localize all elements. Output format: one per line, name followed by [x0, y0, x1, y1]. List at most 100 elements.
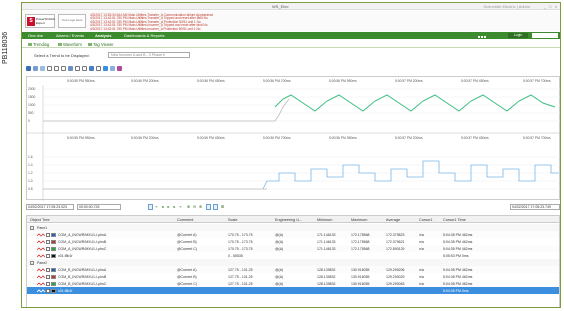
visibility-checkbox[interactable]: [46, 232, 50, 237]
end-date-input[interactable]: 04/02/2017 17:05:23.749: [510, 204, 560, 210]
pen-cursor1: n/a: [419, 232, 424, 237]
search-input[interactable]: [532, 33, 558, 38]
pointer-icon[interactable]: [75, 66, 80, 71]
pen-color-swatch[interactable]: [51, 253, 56, 258]
step-back-icon[interactable]: ◂: [160, 204, 165, 210]
step-forward-icon[interactable]: ▸: [172, 204, 177, 210]
pen-cursor1-time: 5:04:35 PM 462ms: [443, 232, 473, 237]
zoom-box-icon[interactable]: [103, 66, 108, 71]
cursor-mode-button[interactable]: [213, 204, 218, 210]
table-row[interactable]: x01.f8b1f 0 - 65535 5:05:53 PM 0ms: [27, 252, 559, 259]
pen-color-swatch[interactable]: [51, 267, 56, 272]
marker-icon[interactable]: [96, 66, 101, 71]
tab-trending[interactable]: Trending: [28, 42, 49, 47]
play-icon[interactable]: ▸: [166, 204, 171, 210]
nav-one-line[interactable]: One-line: [28, 33, 43, 38]
table-row[interactable]: COM_A_INCWR/MXU1-I-phsA @Current A) 170.…: [27, 231, 559, 238]
rewind-icon[interactable]: «: [154, 204, 159, 210]
pen-color-swatch[interactable]: [51, 274, 56, 279]
line-icon[interactable]: [54, 66, 59, 71]
visibility-checkbox[interactable]: [46, 267, 50, 272]
pen-eu: @(A): [275, 281, 284, 286]
zoom-fit-icon[interactable]: ⊕: [198, 204, 203, 210]
visibility-checkbox[interactable]: [46, 281, 50, 286]
y-tick-lower: 1.4: [28, 163, 33, 167]
login-button[interactable]: Login: [508, 33, 528, 38]
fast-forward-icon[interactable]: »: [178, 204, 183, 210]
grid-icon[interactable]: [40, 66, 45, 71]
table-row-selected[interactable]: x01.f8b1f 5:04:35 PM 0ms: [27, 287, 559, 294]
zoom-out-icon[interactable]: ⊖: [192, 204, 197, 210]
pen-name: COM_B_INCWR/MXU1-I-phsA: [58, 267, 107, 272]
title-bar: WS_Elec Schneider Electric | Admin _ □ ×: [22, 3, 560, 10]
trend-select-dropdown[interactable]: New Incomer A and B - 3 Phase ▾: [108, 52, 190, 58]
visibility-checkbox[interactable]: [46, 253, 50, 258]
pen-cursor1-time: 5:04:35 PM 462ms: [443, 274, 473, 279]
collapse-icon[interactable]: −: [30, 225, 34, 230]
pen-icon[interactable]: [47, 66, 52, 71]
col-average[interactable]: Average: [386, 218, 400, 222]
table-row[interactable]: COM_A_INCWR/MXU1-I-phsC @Current C) 170.…: [27, 245, 559, 252]
col-maximum[interactable]: Maximum: [351, 218, 367, 222]
visibility-checkbox[interactable]: [46, 239, 50, 244]
pan-button[interactable]: [206, 204, 211, 210]
pen-color-swatch[interactable]: [51, 288, 56, 293]
table-row[interactable]: COM_B_INCWR/MXU1-I-phsB @Current B) 127.…: [27, 273, 559, 280]
pen-max: 130.916055: [351, 281, 370, 286]
collapse-icon[interactable]: −: [30, 260, 34, 265]
col-object-tree[interactable]: Object Tree: [30, 218, 50, 222]
export-icon[interactable]: [110, 66, 115, 71]
pen-color-swatch[interactable]: [51, 232, 56, 237]
pen-comment: @Current B): [177, 239, 197, 244]
settings-icon[interactable]: [117, 66, 122, 71]
pane-row[interactable]: − Pane1: [27, 224, 559, 231]
analysis-subtabs: Trending Waveform Tag Viewer: [22, 40, 560, 48]
pen-color-swatch[interactable]: [51, 281, 56, 286]
col-cursor1[interactable]: Cursor1: [419, 218, 433, 222]
col-cursor1-time[interactable]: Cursor1 Time: [443, 218, 466, 222]
tab-tag-viewer[interactable]: Tag Viewer: [88, 42, 114, 47]
fit-icon[interactable]: [89, 66, 94, 71]
visibility-checkbox[interactable]: [46, 274, 50, 279]
pen-max: 172.175568: [351, 246, 370, 251]
tab-waveform[interactable]: Waveform: [58, 42, 82, 47]
col-minimum[interactable]: Minimum: [317, 218, 332, 222]
reset-icon[interactable]: ⊞: [220, 204, 225, 210]
cursor-icon[interactable]: [61, 66, 66, 71]
pen-max: 130.916055: [351, 274, 370, 279]
save-icon[interactable]: [26, 66, 31, 71]
waveform-icon: [37, 246, 45, 251]
zoom-in-icon[interactable]: ⊕: [186, 204, 191, 210]
table-row[interactable]: COM_B_INCWR/MXU1-I-phsC @Current C) 127.…: [27, 280, 559, 287]
pen-name: COM_A_INCWR/MXU1-I-phsB: [58, 239, 107, 244]
trend-chart[interactable]: 5:00:55 PM 950ms 5:00:56 PM 200ms 5:00:5…: [26, 76, 560, 201]
alarm-row[interactable]: 4/3/2017 13:42:51.750 PM Main.Utilities.…: [90, 27, 390, 31]
app-window: WS_Elec Schneider Electric | Admin _ □ ×…: [21, 2, 561, 308]
col-scale[interactable]: Scale: [228, 218, 238, 222]
nav-alarms-events[interactable]: Alarms / Events: [56, 33, 84, 38]
window-controls[interactable]: _ □ ×: [544, 4, 558, 9]
trend-icon: [28, 43, 32, 47]
table-row[interactable]: COM_A_INCWR/MXU1-I-phsB @Current B) 170.…: [27, 238, 559, 245]
pen-comment: @Current C): [177, 281, 197, 286]
pen-cursor1-time: 5:04:35 PM 0ms: [443, 288, 469, 293]
table-row[interactable]: COM_B_INCWR/MXU1-I-phsA @Current A) 127.…: [27, 266, 559, 273]
pen-color-swatch[interactable]: [51, 239, 56, 244]
range-select-button[interactable]: [148, 204, 153, 210]
col-comment[interactable]: Comment: [177, 218, 193, 222]
visibility-checkbox[interactable]: [46, 246, 50, 251]
visibility-checkbox[interactable]: [46, 288, 50, 293]
pen-comment: @Current A): [177, 232, 197, 237]
bracket-icon[interactable]: [82, 66, 87, 71]
nav-dashboards-reports[interactable]: Dashboards & Reports: [124, 33, 164, 38]
pen-color-swatch[interactable]: [51, 246, 56, 251]
pane-row[interactable]: − Pane2: [27, 259, 559, 266]
table-icon[interactable]: [68, 66, 73, 71]
chart-icon[interactable]: [33, 66, 38, 71]
col-engineering-units[interactable]: Engineering U...: [275, 218, 302, 222]
duration-input[interactable]: 00:00:00.726: [77, 204, 121, 210]
pen-name: COM_B_INCWR/MXU1-I-phsC: [58, 281, 107, 286]
alarm-banner[interactable]: 4/3/2017 13:53:34.544 AM Main.Utilities.…: [90, 13, 390, 31]
start-date-input[interactable]: 04/02/2017 17:05:23.023: [26, 204, 74, 210]
nav-analysis[interactable]: Analysis: [95, 33, 111, 38]
